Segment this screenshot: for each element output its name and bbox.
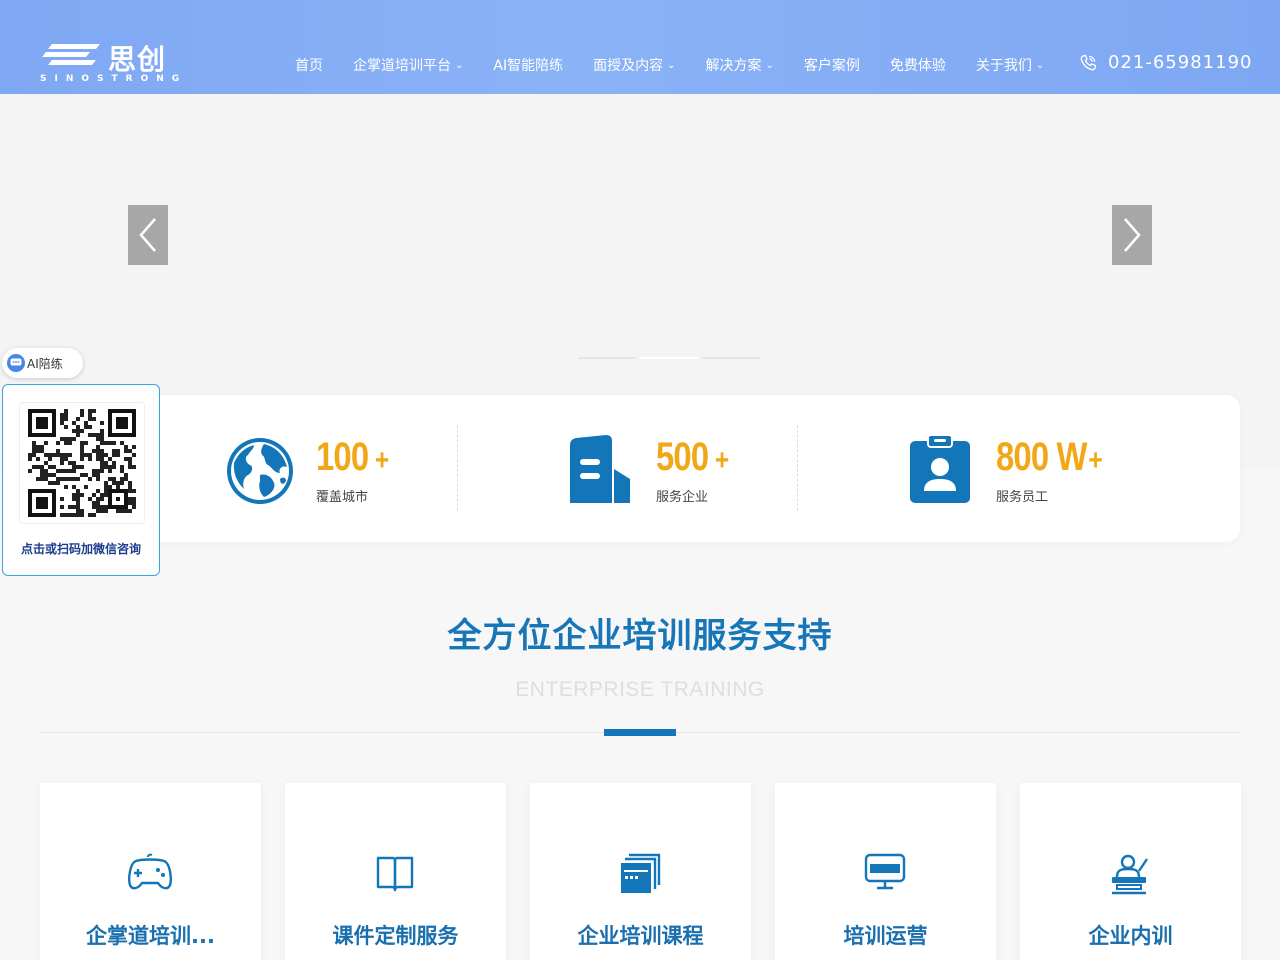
nav-item-label: 免费体验 (889, 58, 946, 74)
stat-divider (797, 425, 798, 511)
nav-item-label: 客户案例 (803, 58, 860, 74)
chevron-down-icon: ⌄ (1035, 59, 1045, 71)
service-card-label: 培训运营 (843, 924, 928, 948)
nav-item-6[interactable]: 免费体验 (890, 55, 946, 75)
service-card[interactable]: 培训运营 (775, 783, 996, 960)
globe-icon (227, 438, 293, 504)
carousel-prev-button[interactable] (128, 205, 168, 265)
stat-number: 100 + (316, 435, 389, 479)
qr-code-image (19, 402, 145, 524)
chevron-down-icon: ⌄ (455, 59, 464, 71)
service-card[interactable]: 企业培训课程 (530, 783, 751, 960)
chevron-left-icon (139, 218, 156, 252)
nav-item-label: 首页 (295, 58, 323, 74)
wechat-qr-widget[interactable]: 点击或扫码加微信咨询 (2, 384, 160, 576)
phone-contact[interactable]: 021-65981190 (1078, 52, 1252, 73)
phone-number: 021-65981190 (1108, 52, 1253, 73)
stat-label: 覆盖城市 (316, 490, 369, 505)
stat-number: 800 W+ (996, 435, 1103, 479)
carousel-indicators (578, 357, 764, 359)
phone-icon (1080, 54, 1097, 70)
logo[interactable]: 思创 SINOSTRONG (40, 42, 180, 88)
nav-item-label: 关于我们 (975, 58, 1032, 74)
stat-divider (457, 425, 458, 511)
service-card-label: 课件定制服务 (332, 924, 459, 948)
employee-badge-icon (910, 435, 970, 503)
stat-label: 服务员工 (996, 490, 1049, 505)
service-card-label: 企业内训 (1088, 924, 1173, 948)
chevron-down-icon: ⌄ (765, 59, 774, 71)
carousel-dot[interactable] (578, 357, 636, 359)
nav-item-label: 解决方案 (705, 58, 762, 74)
chat-bubble-icon (7, 354, 25, 372)
site-header: 思创 SINOSTRONG 首页 企掌道培训平台 ⌄ AI智能陪练 面授及内容 ⌄ 解决方案… (0, 0, 1280, 94)
service-card[interactable]: 企掌道培训... (40, 783, 261, 960)
service-card-label: 企业培训课程 (577, 924, 704, 948)
window-stack-icon (615, 853, 665, 897)
stat-label: 服务企业 (656, 490, 709, 505)
nav-item-3[interactable]: 面授及内容 ⌄ (593, 55, 675, 75)
service-card[interactable]: 企业内训 (1020, 783, 1241, 960)
logo-text-en: SINOSTRONG (40, 74, 188, 84)
nav-item-7[interactable]: 关于我们 ⌄ (976, 55, 1044, 75)
lecturer-icon (1105, 853, 1155, 897)
gamepad-icon (125, 853, 175, 897)
chevron-right-icon (1124, 218, 1141, 252)
book-icon (370, 853, 420, 897)
stat-number: 500 + (656, 435, 729, 479)
carousel-dot[interactable] (640, 357, 698, 359)
monitor-icon (860, 853, 910, 897)
nav-item-0[interactable]: 首页 (295, 55, 323, 75)
nav-item-label: 面授及内容 (593, 58, 664, 74)
building-icon (570, 435, 630, 503)
section-subtitle: ENTERPRISE TRAINING (515, 678, 765, 701)
ai-practice-button[interactable]: AI陪练 (2, 348, 83, 378)
main-nav: 首页 企掌道培训平台 ⌄ AI智能陪练 面授及内容 ⌄ 解决方案 ⌄ 客户案例 免费体验 关于我们 ⌄ (295, 54, 1074, 76)
logo-text-cn: 思创 (108, 43, 167, 76)
section-title: 全方位企业培训服务支持 (447, 616, 833, 656)
nav-item-2[interactable]: AI智能陪练 (493, 55, 563, 75)
section-accent-bar (604, 729, 676, 736)
carousel-dot[interactable] (702, 357, 760, 359)
logo-mark-icon (42, 44, 100, 65)
nav-item-1[interactable]: 企掌道培训平台 ⌄ (353, 55, 463, 75)
service-card-label: 企掌道培训... (86, 924, 215, 948)
chevron-down-icon: ⌄ (667, 59, 676, 71)
qr-caption: 点击或扫码加微信咨询 (20, 542, 141, 556)
ai-practice-label: AI陪练 (27, 356, 63, 371)
service-card[interactable]: 课件定制服务 (285, 783, 506, 960)
nav-item-label: 企掌道培训平台 (353, 58, 451, 74)
nav-item-5[interactable]: 客户案例 (804, 55, 860, 75)
nav-item-4[interactable]: 解决方案 ⌄ (706, 55, 774, 75)
carousel-next-button[interactable] (1112, 205, 1152, 265)
stats-card: 100 + 覆盖城市 500 + 服务企业 800 W+ 服务员工 (120, 395, 1240, 542)
nav-item-label: AI智能陪练 (493, 58, 564, 74)
